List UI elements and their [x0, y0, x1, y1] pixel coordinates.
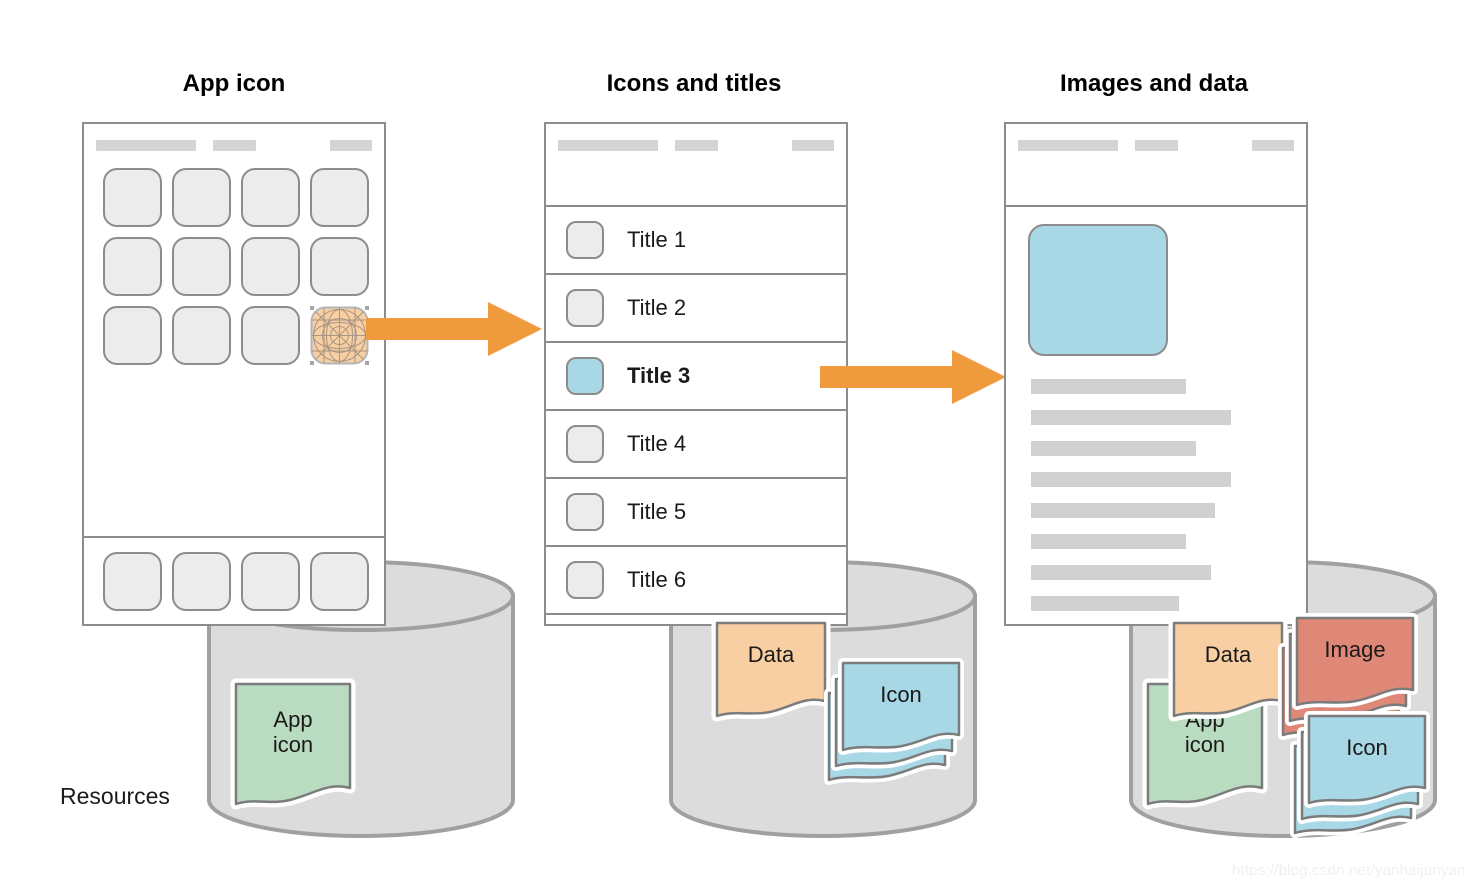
column-title-icons-and-titles: Icons and titles — [606, 70, 782, 97]
home-screen-device — [82, 122, 386, 626]
status-bar-pill-center — [675, 140, 718, 151]
list-item-label: Title 6 — [627, 567, 687, 592]
arrow-list-to-detail — [820, 350, 1006, 404]
status-bar-pill-left — [1018, 140, 1118, 151]
app-tile[interactable] — [172, 168, 231, 227]
hero-image-placeholder — [1028, 224, 1168, 356]
status-bar-pill-left — [96, 140, 196, 151]
diagram-canvas: App icon Icons and titles Images and dat… — [0, 0, 1482, 894]
column-title-app-icon: App icon — [182, 70, 286, 97]
resource-sheet-icon-stack: Icon — [822, 655, 968, 789]
list-item-icon — [566, 289, 604, 327]
text-line — [1031, 596, 1179, 611]
icon-grid-template-icon — [310, 306, 369, 365]
dock-tile[interactable] — [103, 552, 162, 611]
list-item-label: Title 4 — [627, 431, 687, 456]
text-line — [1031, 379, 1186, 394]
text-line — [1031, 472, 1231, 487]
watermark: https://blog.csdn.net/yanhaijunyan — [1232, 862, 1466, 879]
dock-tile[interactable] — [241, 552, 300, 611]
text-line — [1031, 503, 1215, 518]
app-tile[interactable] — [103, 168, 162, 227]
arrow-app-icon-to-list — [366, 302, 542, 356]
list-screen-device: Title 1 Title 2 Title 3 Title 4 Title 5 … — [544, 122, 848, 626]
status-bar — [546, 124, 846, 151]
app-tile[interactable] — [241, 306, 300, 365]
dock-tile[interactable] — [310, 552, 369, 611]
list-item[interactable]: Title 5 — [546, 479, 846, 547]
text-line — [1031, 534, 1186, 549]
status-bar — [1006, 124, 1306, 151]
resource-sheet-icon-stack: Icon — [1288, 708, 1434, 842]
list-item-label: Title 5 — [627, 499, 687, 524]
text-line — [1031, 565, 1211, 580]
list-item[interactable]: Title 1 — [546, 207, 846, 275]
resources-label: Resources — [60, 783, 170, 809]
app-tile-highlighted[interactable] — [310, 306, 369, 365]
resource-sheet-data: Data — [710, 617, 832, 727]
status-bar-pill-center — [213, 140, 256, 151]
app-tile[interactable] — [103, 237, 162, 296]
list-item[interactable]: Title 2 — [546, 275, 846, 343]
list-item-icon-selected — [566, 357, 604, 395]
list-item-label: Title 2 — [627, 295, 687, 320]
app-tile[interactable] — [241, 237, 300, 296]
list-item-icon — [566, 561, 604, 599]
detail-screen-device — [1004, 122, 1308, 626]
resource-sheet-app-icon: App icon — [228, 676, 358, 814]
list-item-label: Title 1 — [627, 227, 687, 252]
text-line — [1031, 441, 1196, 456]
app-tile[interactable] — [241, 168, 300, 227]
dock-tile[interactable] — [172, 552, 231, 611]
resource-sheet-data: Data — [1167, 617, 1289, 727]
app-tile[interactable] — [103, 306, 162, 365]
app-tile[interactable] — [172, 237, 231, 296]
dock-divider — [84, 536, 384, 538]
navbar-divider — [1006, 205, 1306, 207]
status-bar — [84, 124, 384, 151]
list-item-selected[interactable]: Title 3 — [546, 343, 846, 411]
status-bar-pill-left — [558, 140, 658, 151]
list-item[interactable]: Title 4 — [546, 411, 846, 479]
status-bar-pill-right — [1252, 140, 1294, 151]
app-tile[interactable] — [310, 168, 369, 227]
list-item[interactable]: Title 6 — [546, 547, 846, 615]
status-bar-pill-right — [792, 140, 834, 151]
app-tile[interactable] — [172, 306, 231, 365]
list-item-icon — [566, 221, 604, 259]
list-item-label: Title 3 — [627, 363, 691, 388]
status-bar-pill-right — [330, 140, 372, 151]
status-bar-pill-center — [1135, 140, 1178, 151]
list-item-icon — [566, 425, 604, 463]
column-title-images-and-data: Images and data — [1059, 70, 1249, 97]
app-tile[interactable] — [310, 237, 369, 296]
list-item-icon — [566, 493, 604, 531]
text-line — [1031, 410, 1231, 425]
